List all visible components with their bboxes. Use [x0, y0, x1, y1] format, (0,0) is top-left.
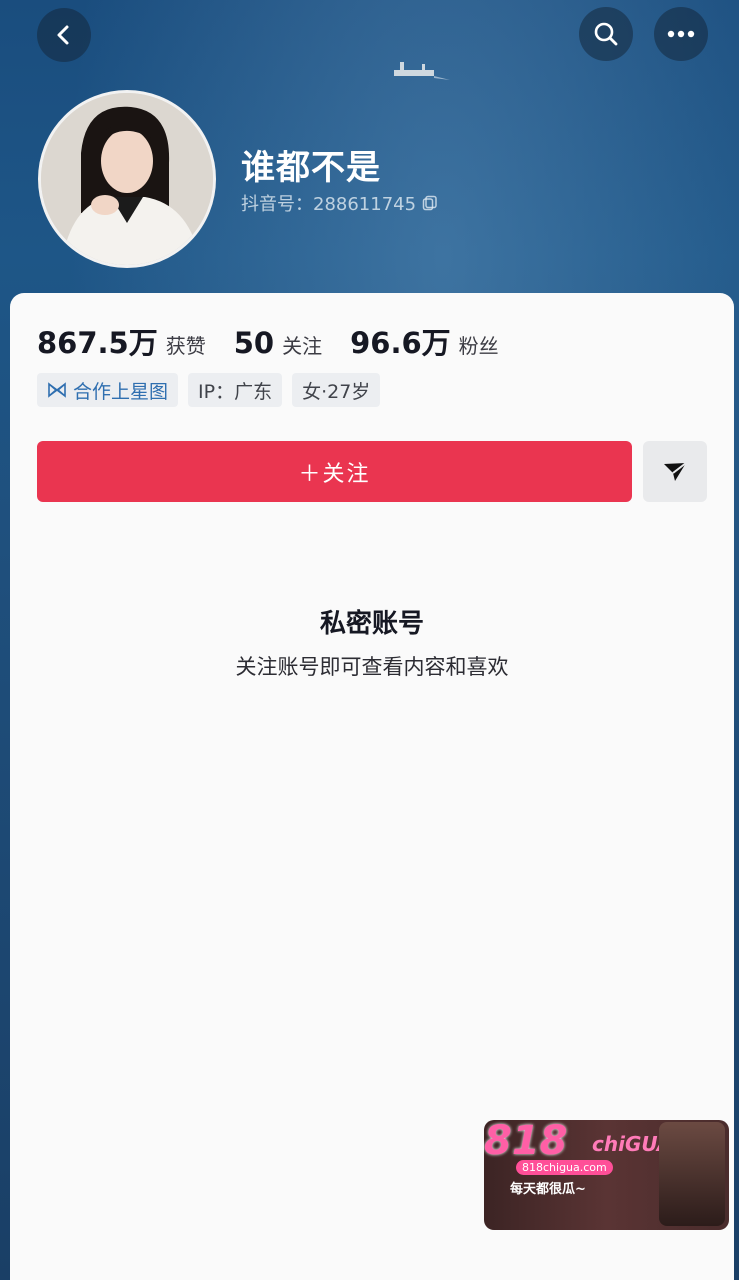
send-icon [664, 461, 687, 481]
profile-name: 谁都不是 [241, 148, 381, 188]
stat-following[interactable]: 50 关注 [234, 326, 322, 360]
watermark-logo: 818 [484, 1120, 568, 1164]
watermark-url: 818chigua.com [516, 1160, 613, 1175]
more-button[interactable] [654, 7, 708, 61]
star-map-icon [48, 382, 66, 398]
profile-tags: 合作上星图 IP：广东 女·27岁 [37, 373, 381, 407]
avatar-portrait-image [41, 93, 213, 265]
stat-likes-label: 获赞 [165, 334, 206, 358]
chevron-left-icon [57, 25, 69, 45]
stat-followers-label: 粉丝 [458, 334, 499, 358]
stat-following-label: 关注 [282, 334, 323, 358]
follow-button[interactable]: ＋关注 [37, 441, 632, 502]
tag-ip: IP：广东 [188, 373, 283, 407]
stat-likes[interactable]: 867.5万 获赞 [37, 320, 206, 362]
avatar[interactable] [38, 90, 216, 268]
search-icon [594, 22, 618, 46]
tag-gender-age: 女·27岁 [292, 373, 381, 407]
watermark-slogan: 每天都很瓜~ [510, 1182, 586, 1197]
search-button[interactable] [579, 7, 633, 61]
tag-star-map-label: 合作上星图 [73, 380, 169, 403]
watermark-person-image [659, 1122, 725, 1226]
back-button[interactable] [37, 8, 91, 62]
copy-icon[interactable] [422, 195, 438, 211]
share-button[interactable] [643, 441, 707, 502]
stat-likes-value: 867.5万 [37, 326, 158, 360]
tag-star-map[interactable]: 合作上星图 [37, 373, 179, 407]
stat-followers-value: 96.6万 [350, 326, 451, 360]
stat-followers[interactable]: 96.6万 粉丝 [350, 320, 499, 362]
stat-following-value: 50 [233, 326, 275, 360]
boat-image [394, 62, 450, 80]
more-dots-icon [667, 30, 695, 38]
private-account-description: 关注账号即可查看内容和喜欢 [235, 655, 509, 679]
private-account-title: 私密账号 [319, 609, 424, 639]
stats-row: 867.5万 获赞 50 关注 96.6万 粉丝 [37, 320, 527, 362]
watermark-banner: 818 chiGUA 818chigua.com 每天都很瓜~ [484, 1120, 729, 1230]
douyin-id[interactable]: 抖音号：288611745 [241, 190, 438, 216]
douyin-id-text: 抖音号：288611745 [241, 194, 417, 215]
